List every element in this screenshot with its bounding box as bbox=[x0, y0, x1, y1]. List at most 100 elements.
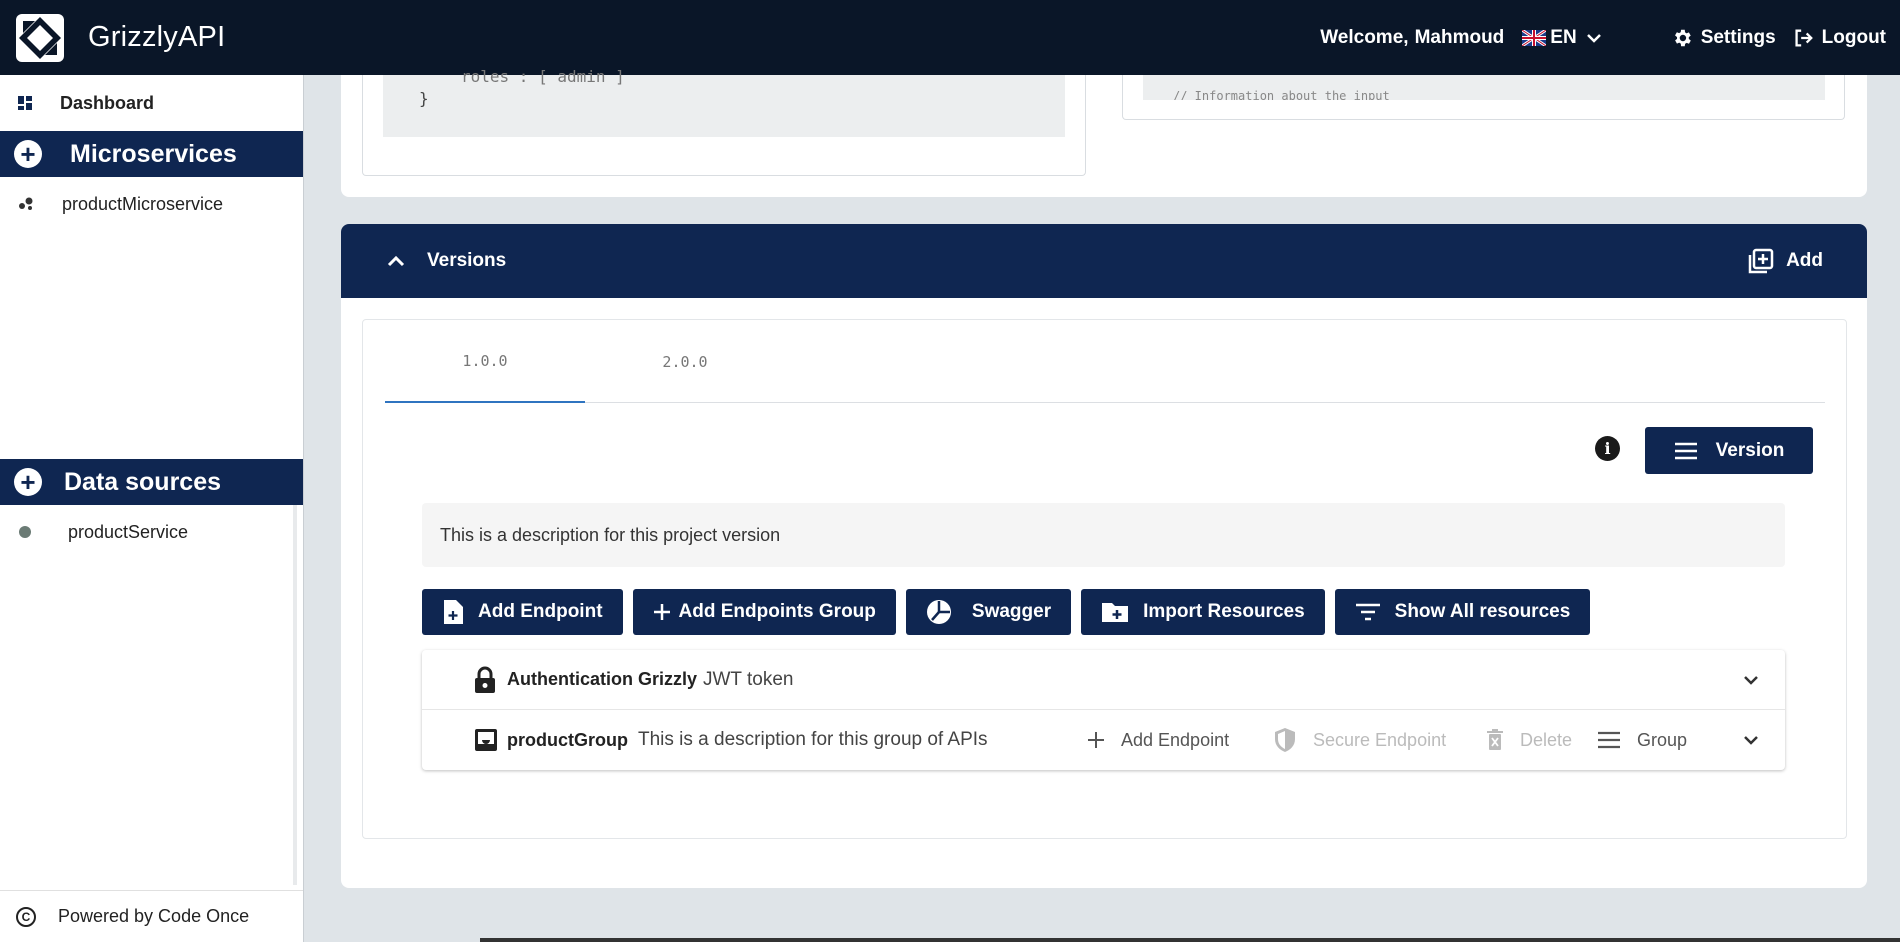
sidebar-footer: C Powered by Code Once bbox=[0, 890, 303, 942]
chevron-down-icon bbox=[1586, 33, 1601, 43]
microservice-icon bbox=[19, 197, 33, 210]
sidebar-item-label: productMicroservice bbox=[62, 193, 224, 214]
description-text: This is a description for this project v… bbox=[440, 524, 781, 545]
lock-icon bbox=[475, 666, 495, 693]
swagger-button[interactable]: Swagger bbox=[905, 589, 1072, 635]
button-label: Show All resources bbox=[1394, 601, 1571, 622]
sidebar-item-productmicroservice[interactable]: productMicroservice bbox=[0, 177, 303, 231]
add-endpoints-group-button[interactable]: Add Endpoints Group bbox=[632, 589, 896, 635]
gear-icon bbox=[1674, 29, 1691, 46]
versions-content: 1.0.0 2.0.0 i Version This is a descript… bbox=[362, 319, 1847, 839]
filter-icon bbox=[1355, 603, 1380, 621]
grizzly-logo-icon[interactable] bbox=[12, 10, 68, 66]
language-selector[interactable]: EN bbox=[1522, 27, 1604, 49]
button-label: Swagger bbox=[971, 601, 1052, 622]
settings-button[interactable]: Settings bbox=[1671, 27, 1776, 49]
group-row-productgroup[interactable]: productGroup This is a description for t… bbox=[422, 710, 1785, 770]
group-name: Authentication Grizzly bbox=[507, 669, 698, 689]
tab-version-1-0-0[interactable]: 1.0.0 bbox=[385, 320, 585, 403]
chevron-down-icon[interactable] bbox=[1743, 675, 1759, 685]
group-description: This is a description for this group of … bbox=[638, 729, 988, 750]
versions-title: Versions bbox=[427, 250, 507, 271]
add-file-icon bbox=[444, 600, 463, 624]
show-all-resources-button[interactable]: Show All resources bbox=[1334, 589, 1591, 635]
sidebar-item-label: Dashboard bbox=[60, 92, 155, 113]
shield-icon bbox=[1275, 728, 1295, 752]
datasources-title: Data sources bbox=[64, 467, 222, 496]
logout-label: Logout bbox=[1821, 26, 1886, 48]
datasource-dot-icon bbox=[19, 526, 31, 538]
tab-label: 1.0.0 bbox=[462, 351, 508, 370]
endpoint-groups: Authentication Grizzly JWT token product… bbox=[422, 650, 1785, 770]
button-label: Secure Endpoint bbox=[1313, 729, 1447, 750]
button-label: Import Resources bbox=[1143, 601, 1305, 622]
versions-header[interactable]: Versions Add bbox=[341, 224, 1867, 298]
code-block: // Information about the input bbox=[1143, 75, 1825, 100]
group-description: JWT token bbox=[703, 668, 794, 690]
version-tabs: 1.0.0 2.0.0 bbox=[385, 320, 1825, 403]
info-icon[interactable]: i bbox=[1595, 436, 1620, 461]
menu-icon bbox=[1598, 731, 1620, 749]
delete-group-button[interactable]: Delete bbox=[1486, 729, 1572, 751]
sidebar-item-label: productService bbox=[68, 521, 189, 542]
datasources-header: + Data sources bbox=[0, 459, 303, 505]
add-label: Add bbox=[1786, 250, 1823, 271]
group-row-authentication[interactable]: Authentication Grizzly JWT token bbox=[422, 650, 1785, 710]
group-name: productGroup bbox=[507, 729, 628, 750]
add-microservice-icon[interactable]: + bbox=[14, 140, 42, 168]
add-endpoint-button[interactable]: Add Endpoint bbox=[422, 589, 623, 635]
secure-endpoint-button[interactable]: Secure Endpoint bbox=[1273, 727, 1446, 753]
settings-label: Settings bbox=[1700, 26, 1776, 48]
version-menu-button[interactable]: Version bbox=[1645, 427, 1813, 474]
plus-icon bbox=[1088, 732, 1104, 748]
microservices-header: + Microservices bbox=[0, 131, 303, 177]
add-library-icon bbox=[1748, 248, 1774, 274]
group-menu-button[interactable]: Group bbox=[1597, 730, 1687, 751]
add-version-button[interactable]: Add bbox=[1748, 248, 1823, 274]
sidebar: Dashboard + Microservices productMicrose… bbox=[0, 75, 304, 942]
import-resources-button[interactable]: Import Resources bbox=[1081, 589, 1325, 635]
chevron-down-icon[interactable] bbox=[1743, 735, 1759, 745]
uk-flag-icon bbox=[1522, 29, 1547, 46]
sidebar-item-productservice[interactable]: productService bbox=[0, 505, 290, 559]
app-title[interactable]: GrizzlyAPI bbox=[88, 21, 225, 54]
top-bar: GrizzlyAPI Welcome,Mahmoud EN Settings bbox=[0, 0, 1900, 75]
microservices-title: Microservices bbox=[70, 139, 237, 168]
chevron-up-icon[interactable] bbox=[387, 255, 405, 267]
tab-version-2-0-0[interactable]: 2.0.0 bbox=[585, 320, 785, 403]
swagger-icon bbox=[926, 600, 951, 624]
inbox-icon bbox=[475, 729, 497, 751]
language-label: EN bbox=[1550, 26, 1577, 48]
welcome-text: Welcome, Mahmoud bbox=[1320, 27, 1504, 49]
trash-icon bbox=[1487, 729, 1503, 750]
button-label: Group bbox=[1637, 729, 1688, 750]
button-label: Add Endpoint bbox=[478, 601, 603, 622]
user-name: Mahmoud bbox=[1414, 26, 1505, 48]
logout-icon bbox=[1795, 29, 1813, 46]
button-label: Add Endpoint bbox=[1121, 729, 1230, 750]
code-line: // Information about the input bbox=[1173, 89, 1390, 100]
bottom-scroll-edge bbox=[480, 938, 1900, 942]
group-add-endpoint-button[interactable]: Add Endpoint bbox=[1087, 730, 1229, 751]
button-label: Delete bbox=[1520, 729, 1573, 750]
dashboard-icon bbox=[18, 96, 32, 110]
code-block: roles : [ admin ] } bbox=[383, 67, 1065, 137]
logout-button[interactable]: Logout bbox=[1792, 27, 1886, 49]
versions-panel: Versions Add 1.0.0 2.0.0 i Version This … bbox=[341, 224, 1867, 888]
header-actions: Welcome, Mahmoud EN Settings Logout bbox=[1320, 0, 1886, 75]
version-label: Version bbox=[1715, 439, 1785, 461]
version-actions: Add Endpoint Add Endpoints Group Swagger bbox=[422, 589, 1591, 635]
footer-text: Powered by Code Once bbox=[58, 906, 250, 926]
tab-label: 2.0.0 bbox=[662, 352, 708, 371]
request-example-card: roles : [ admin ] } bbox=[362, 67, 1086, 176]
response-example-card: // Information about the input bbox=[1122, 75, 1845, 120]
plus-icon bbox=[653, 604, 670, 620]
menu-icon bbox=[1674, 442, 1697, 459]
add-datasource-icon[interactable]: + bbox=[14, 468, 42, 496]
code-line: } bbox=[419, 89, 429, 108]
copyright-icon: C bbox=[16, 906, 36, 927]
sidebar-item-dashboard[interactable]: Dashboard bbox=[0, 75, 303, 131]
code-line: roles : [ admin ] bbox=[461, 67, 625, 86]
folder-add-icon bbox=[1102, 603, 1129, 622]
sidebar-scrollbar[interactable] bbox=[293, 505, 297, 885]
